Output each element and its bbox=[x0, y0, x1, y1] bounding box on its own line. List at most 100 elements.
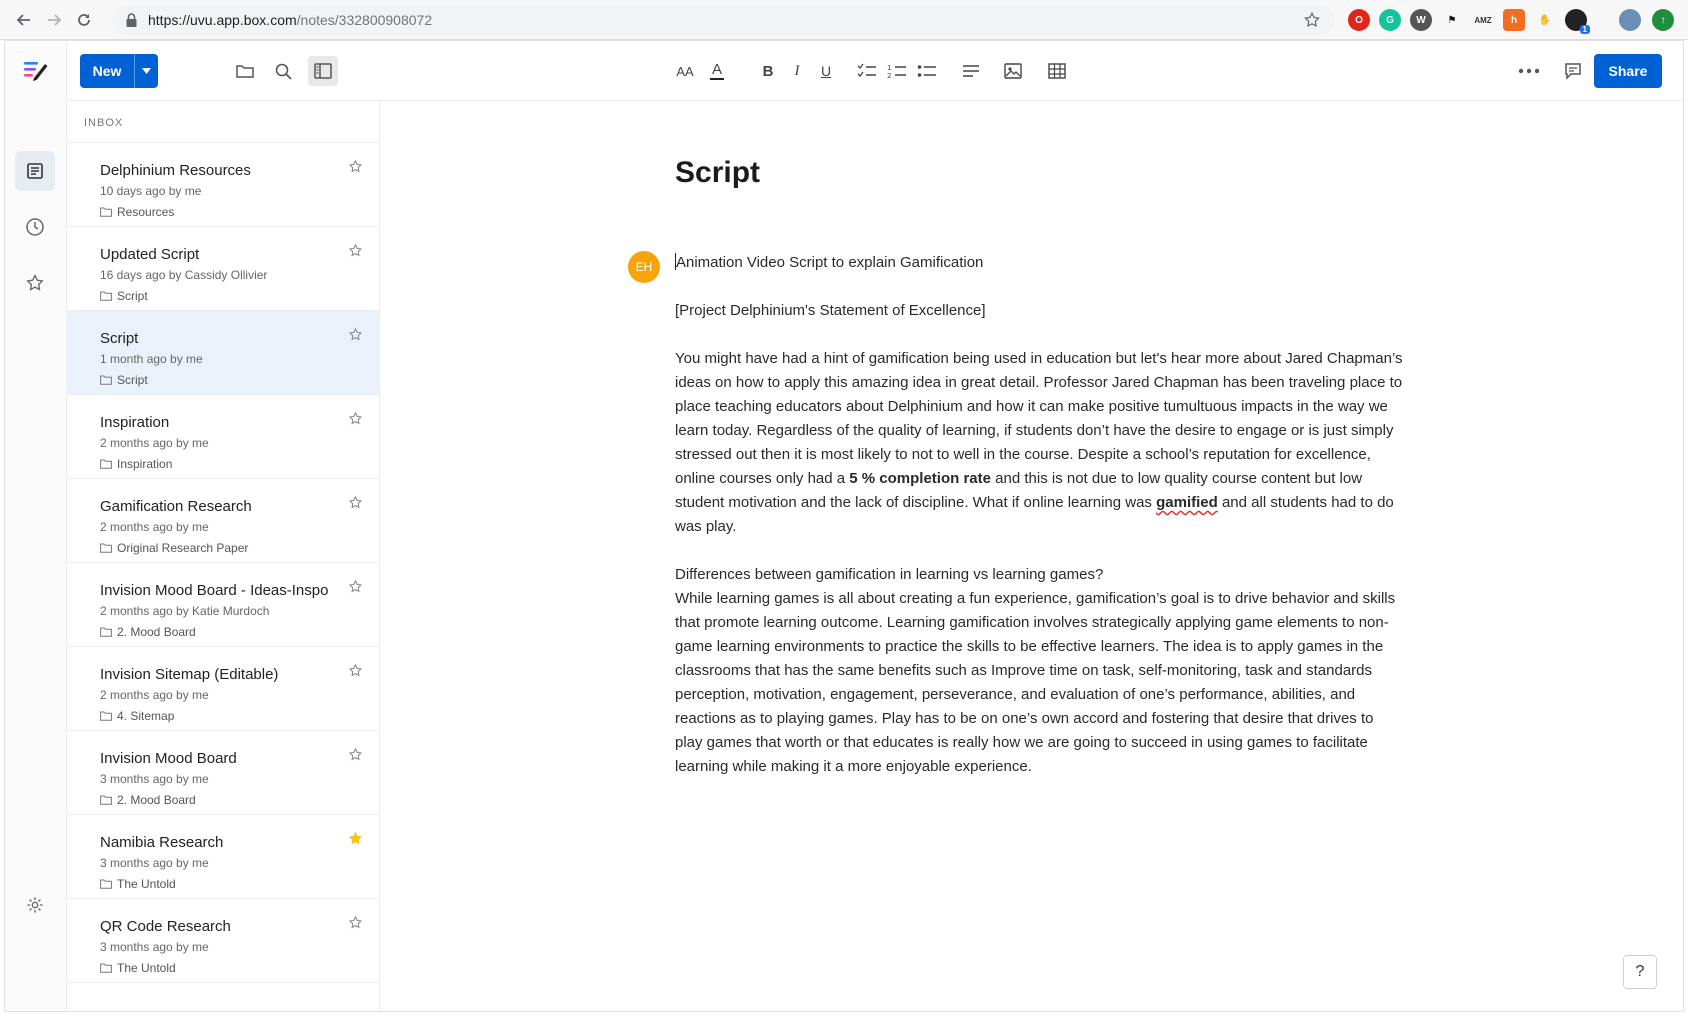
flag-extension-icon[interactable]: ⚑ bbox=[1441, 9, 1463, 31]
arrow-left-icon bbox=[16, 14, 30, 26]
opera-extension-icon[interactable]: O bbox=[1348, 9, 1370, 31]
favorite-star-icon[interactable] bbox=[348, 747, 363, 767]
favorite-star-icon[interactable] bbox=[348, 579, 363, 599]
note-editor[interactable]: Script EH Animation Video Script to expl… bbox=[381, 101, 1681, 1011]
align-button[interactable] bbox=[960, 57, 982, 85]
body-line[interactable]: [Project Delphinium's Statement of Excel… bbox=[675, 299, 1403, 323]
box-notes-logo[interactable] bbox=[22, 56, 50, 84]
note-list-item[interactable]: QR Code Research 3 months ago by me The … bbox=[66, 899, 379, 983]
favorites-nav[interactable] bbox=[15, 263, 55, 303]
underline-button[interactable]: U bbox=[816, 57, 836, 85]
note-list-item-selected[interactable]: Script 1 month ago by me Script bbox=[66, 311, 379, 395]
reload-button[interactable] bbox=[73, 9, 95, 31]
sidebar-toggle-icon bbox=[314, 63, 332, 79]
bullet-list-icon bbox=[917, 65, 936, 77]
share-button[interactable]: Share bbox=[1594, 54, 1662, 88]
folder-icon bbox=[100, 711, 112, 721]
note-title: Updated Script bbox=[100, 246, 200, 263]
amazon-extension-icon[interactable]: AMZ bbox=[1472, 9, 1494, 31]
insert-image-button[interactable] bbox=[1002, 57, 1024, 85]
note-folder: Inspiration bbox=[100, 457, 172, 471]
collaborator-avatar[interactable]: EH bbox=[628, 251, 660, 283]
recents-nav[interactable] bbox=[15, 207, 55, 247]
note-title: Delphinium Resources bbox=[100, 162, 251, 179]
body-line[interactable]: Animation Video Script to explain Gamifi… bbox=[675, 251, 1403, 275]
favorite-star-icon[interactable] bbox=[348, 495, 363, 515]
favorite-star-icon[interactable] bbox=[348, 243, 363, 263]
note-body[interactable]: Animation Video Script to explain Gamifi… bbox=[675, 251, 1403, 803]
note-title: Invision Sitemap (Editable) bbox=[100, 666, 279, 683]
note-folder: 2. Mood Board bbox=[100, 793, 196, 807]
italic-button[interactable]: I bbox=[787, 57, 807, 85]
address-bar[interactable]: https://uvu.app.box.com/notes/3328009080… bbox=[112, 5, 1335, 35]
bold-button[interactable]: B bbox=[758, 57, 778, 85]
search-icon bbox=[275, 63, 292, 80]
text-color-button[interactable]: A bbox=[706, 57, 728, 85]
note-list-item[interactable]: Delphinium Resources 10 days ago by me R… bbox=[66, 143, 379, 227]
note-list-item[interactable]: Inspiration 2 months ago by me Inspirati… bbox=[66, 395, 379, 479]
browser-toolbar: https://uvu.app.box.com/notes/3328009080… bbox=[0, 0, 1688, 40]
note-list-item[interactable]: Invision Sitemap (Editable) 2 months ago… bbox=[66, 647, 379, 731]
favorite-star-icon[interactable] bbox=[348, 327, 363, 347]
body-paragraph[interactable]: While learning games is all about creati… bbox=[675, 587, 1403, 779]
download-extension-icon[interactable]: ↑ bbox=[1652, 9, 1674, 31]
favorite-star-icon[interactable] bbox=[348, 411, 363, 431]
back-button[interactable] bbox=[13, 9, 35, 31]
wordpress-extension-icon[interactable]: W bbox=[1410, 9, 1432, 31]
font-size-icon: AA bbox=[676, 63, 694, 79]
font-size-button[interactable]: AA bbox=[674, 57, 696, 85]
note-list-item[interactable]: Invision Mood Board - Ideas-Inspo 2 mont… bbox=[66, 563, 379, 647]
numbered-list-button[interactable]: 12 bbox=[886, 57, 908, 85]
bold-icon: B bbox=[762, 62, 774, 80]
notes-list-nav[interactable] bbox=[15, 151, 55, 191]
note-list-item[interactable]: Namibia Research 3 months ago by me The … bbox=[66, 815, 379, 899]
user-avatar[interactable] bbox=[1619, 9, 1641, 31]
body-paragraph[interactable]: You might have had a hint of gamificatio… bbox=[675, 347, 1403, 539]
settings-nav[interactable] bbox=[15, 885, 55, 925]
comments-button[interactable] bbox=[1558, 56, 1588, 86]
new-dropdown-caret-icon[interactable] bbox=[135, 68, 158, 74]
grammarly-extension-icon[interactable]: G bbox=[1379, 9, 1401, 31]
search-button[interactable] bbox=[268, 56, 298, 86]
body-heading-line[interactable]: Differences between gamification in lear… bbox=[675, 563, 1403, 587]
new-button[interactable]: New bbox=[80, 54, 158, 88]
folder-icon bbox=[100, 375, 112, 385]
toggle-sidebar-button[interactable] bbox=[308, 56, 338, 86]
note-list-item[interactable]: Gamification Research 2 months ago by me… bbox=[66, 479, 379, 563]
note-list-item[interactable]: Invision Mood Board 3 months ago by me 2… bbox=[66, 731, 379, 815]
folder-icon bbox=[100, 795, 112, 805]
insert-table-button[interactable] bbox=[1046, 57, 1068, 85]
note-folder: 4. Sitemap bbox=[100, 709, 174, 723]
checklist-button[interactable] bbox=[856, 57, 878, 85]
note-meta: 16 days ago by Cassidy Ollivier bbox=[100, 268, 268, 282]
svg-text:2: 2 bbox=[887, 72, 891, 79]
more-options-button[interactable] bbox=[1514, 56, 1544, 86]
note-folder: 2. Mood Board bbox=[100, 625, 196, 639]
honey-extension-icon[interactable]: h bbox=[1503, 9, 1525, 31]
note-folder: Resources bbox=[100, 205, 174, 219]
note-meta: 3 months ago by me bbox=[100, 772, 209, 786]
svg-text:1: 1 bbox=[887, 64, 891, 72]
favorite-star-icon[interactable] bbox=[348, 663, 363, 683]
favorite-star-icon-active[interactable] bbox=[348, 831, 363, 851]
folder-icon bbox=[236, 65, 254, 78]
profile-extension-icon[interactable]: 1 bbox=[1565, 9, 1590, 34]
notes-icon bbox=[27, 163, 43, 179]
note-folder: The Untold bbox=[100, 961, 176, 975]
forward-button[interactable] bbox=[43, 9, 65, 31]
misspelled-word[interactable]: gamified bbox=[1156, 494, 1218, 511]
bookmark-star-icon[interactable] bbox=[1303, 11, 1321, 34]
note-folder: Script bbox=[100, 373, 148, 387]
note-title: Namibia Research bbox=[100, 834, 224, 851]
browse-folders-button[interactable] bbox=[230, 56, 260, 86]
favorite-star-icon[interactable] bbox=[348, 915, 363, 935]
note-list-item[interactable]: Updated Script 16 days ago by Cassidy Ol… bbox=[66, 227, 379, 311]
bullet-list-button[interactable] bbox=[916, 57, 938, 85]
help-button[interactable]: ? bbox=[1623, 955, 1657, 989]
note-folder: Script bbox=[100, 289, 148, 303]
favorite-star-icon[interactable] bbox=[348, 159, 363, 179]
note-title-heading[interactable]: Script bbox=[675, 156, 760, 190]
hand-extension-icon[interactable]: ✋ bbox=[1534, 9, 1556, 31]
note-title: Invision Mood Board bbox=[100, 750, 237, 767]
numbered-list-icon: 12 bbox=[887, 64, 906, 79]
